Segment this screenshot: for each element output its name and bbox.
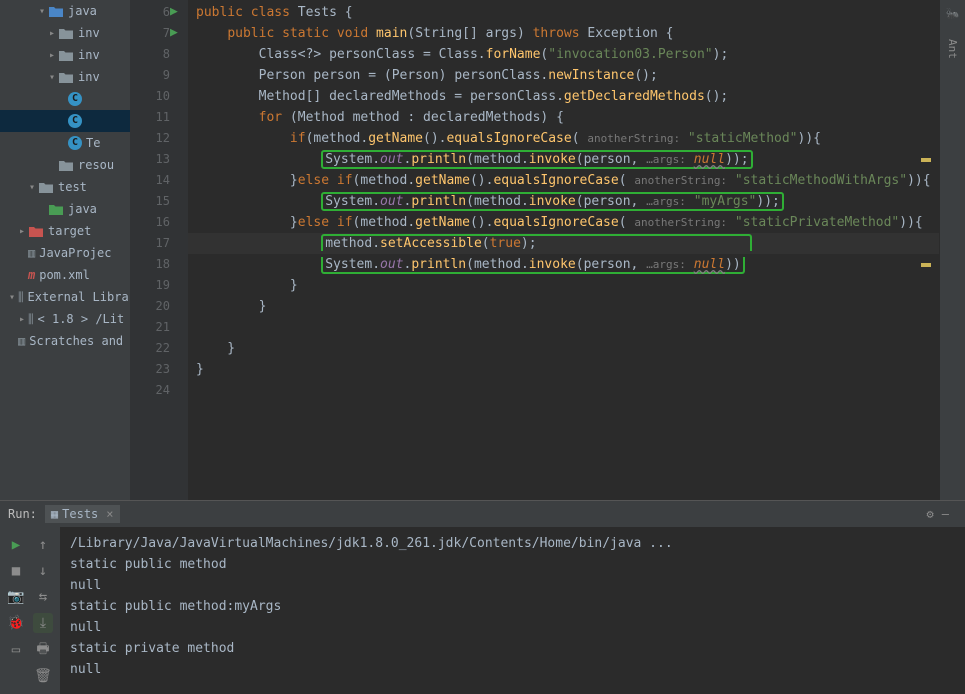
run-gutter-icon[interactable]: ▶ xyxy=(170,25,178,40)
project-tree[interactable]: ▾java▸inv▸inv▾invCCCTeresou▾testjava▸tar… xyxy=(0,0,130,500)
line-number: 21 xyxy=(130,317,188,338)
run-toolbar: ▶ ↑ ■ ↓ 📷 ⇆ 🐞 ⤓ ▭ 🖶 🗑 xyxy=(0,527,60,694)
tree-item[interactable]: resou xyxy=(0,154,130,176)
tree-item[interactable]: ▾java xyxy=(0,0,130,22)
line-number: 15 xyxy=(130,191,188,212)
line-number: 11 xyxy=(130,107,188,128)
tree-item[interactable]: ▾test xyxy=(0,176,130,198)
tree-item[interactable]: ▾⫼External Libra xyxy=(0,286,130,308)
debug-icon[interactable]: 🐞 xyxy=(6,613,26,633)
run-label: Run: xyxy=(8,507,37,521)
run-tab[interactable]: ▦ Tests × xyxy=(45,505,120,523)
line-number: 17 xyxy=(130,233,188,254)
line-gutter: 6789101112131415161718192021222324 xyxy=(130,0,188,500)
tree-item[interactable]: mpom.xml xyxy=(0,264,130,286)
console-line: static private method xyxy=(70,638,955,659)
tree-item[interactable]: C xyxy=(0,88,130,110)
run-gutter-icon[interactable]: ▶ xyxy=(170,4,178,19)
scroll-icon[interactable]: ⤓ xyxy=(33,613,53,633)
line-number: 12 xyxy=(130,128,188,149)
console-line: /Library/Java/JavaVirtualMachines/jdk1.8… xyxy=(70,533,955,554)
editor-content[interactable]: public class Tests { public static void … xyxy=(188,0,939,500)
minimize-icon[interactable]: — xyxy=(942,507,949,521)
print-icon[interactable]: 🖶 xyxy=(33,640,53,660)
up-icon[interactable]: ↑ xyxy=(33,535,53,555)
code-editor[interactable]: 6789101112131415161718192021222324 publi… xyxy=(130,0,939,500)
tree-item[interactable]: ▸⫼< 1.8 > /Lit xyxy=(0,308,130,330)
exit-icon[interactable] xyxy=(6,666,26,686)
run-panel: Run: ▦ Tests × ⚙ — ▶ ↑ ■ ↓ 📷 ⇆ 🐞 ⤓ ▭ 🖶 🗑… xyxy=(0,500,965,694)
console-line: null xyxy=(70,617,955,638)
wrap-icon[interactable]: ⇆ xyxy=(33,587,53,607)
down-icon[interactable]: ↓ xyxy=(33,561,53,581)
line-number: 6 xyxy=(130,2,188,23)
console-line: null xyxy=(70,575,955,596)
line-number: 18 xyxy=(130,254,188,275)
line-number: 23 xyxy=(130,359,188,380)
ant-label[interactable]: Ant xyxy=(946,39,959,59)
gear-icon[interactable]: ⚙ xyxy=(927,507,934,521)
line-number: 22 xyxy=(130,338,188,359)
ant-tool-icon[interactable]: 🐜 xyxy=(946,8,959,21)
line-number: 9 xyxy=(130,65,188,86)
run-header: Run: ▦ Tests × ⚙ — xyxy=(0,501,965,527)
trash-icon[interactable]: 🗑 xyxy=(33,666,53,686)
run-tab-label: Tests xyxy=(62,507,98,521)
file-icon: ▦ xyxy=(51,507,58,521)
change-marker-icon xyxy=(921,263,931,267)
line-number: 10 xyxy=(130,86,188,107)
line-number: 19 xyxy=(130,275,188,296)
tree-item[interactable]: ▥Scratches and xyxy=(0,330,130,352)
line-number: 24 xyxy=(130,380,188,401)
console-line: static public method xyxy=(70,554,955,575)
line-number: 7 xyxy=(130,23,188,44)
tree-item[interactable]: ▾inv xyxy=(0,66,130,88)
stop-icon[interactable]: ■ xyxy=(6,561,26,581)
line-number: 8 xyxy=(130,44,188,65)
camera-icon[interactable]: 📷 xyxy=(6,587,26,607)
close-icon[interactable]: × xyxy=(106,507,113,521)
layout-icon[interactable]: ▭ xyxy=(6,640,26,660)
tree-item[interactable]: ▸inv xyxy=(0,22,130,44)
line-number: 13 xyxy=(130,149,188,170)
tree-item[interactable]: CTe xyxy=(0,132,130,154)
console-output[interactable]: /Library/Java/JavaVirtualMachines/jdk1.8… xyxy=(60,527,965,694)
tree-item[interactable]: ▸target xyxy=(0,220,130,242)
tree-item[interactable]: ▥JavaProjec xyxy=(0,242,130,264)
console-line: static public method:myArgs xyxy=(70,596,955,617)
line-number: 14 xyxy=(130,170,188,191)
change-marker-icon xyxy=(921,158,931,162)
tree-item[interactable]: C xyxy=(0,110,130,132)
tree-item[interactable]: java xyxy=(0,198,130,220)
console-line: null xyxy=(70,659,955,680)
line-number: 16 xyxy=(130,212,188,233)
right-toolbar: 🐜 Ant xyxy=(939,0,965,500)
line-number: 20 xyxy=(130,296,188,317)
rerun-icon[interactable]: ▶ xyxy=(6,535,26,555)
tree-item[interactable]: ▸inv xyxy=(0,44,130,66)
